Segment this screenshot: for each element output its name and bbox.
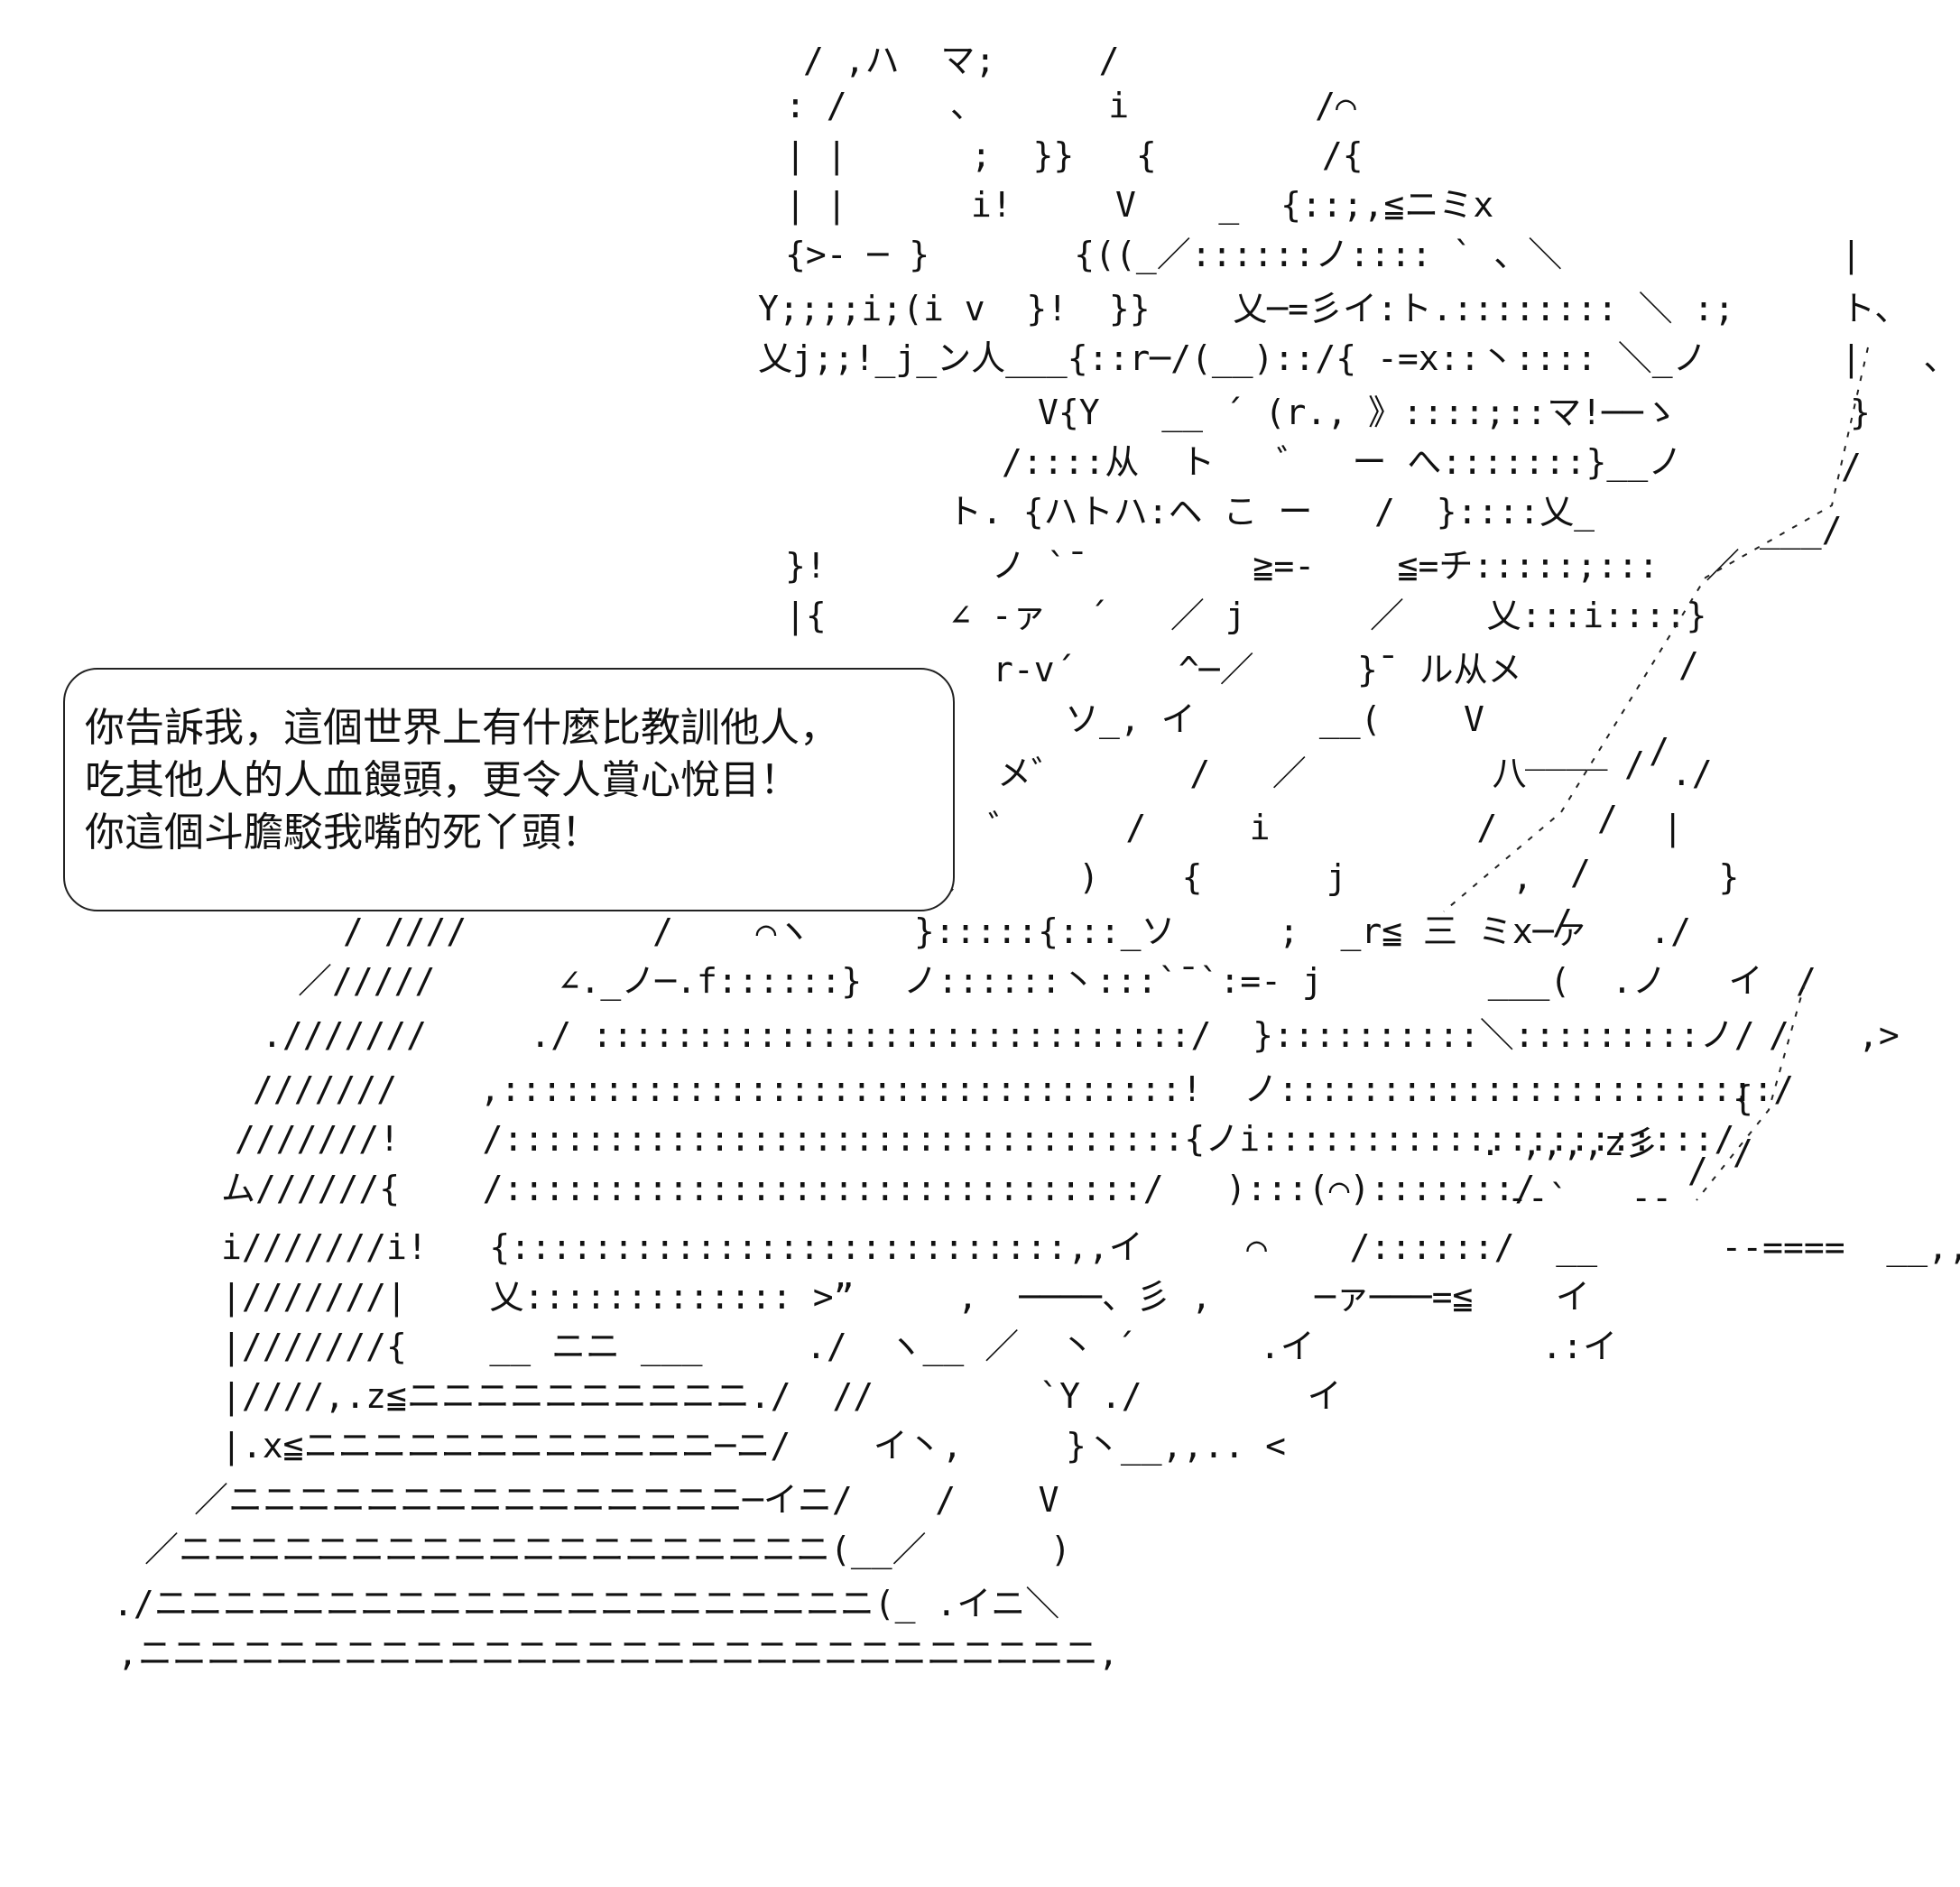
ascii-art-line: r-v´ ^─／ }¯ ル从メ [993,650,1522,689]
ascii-art-canvas: / ,ハ マ; / : / 、 i /⌒ | | ; }} { /{ | | i! V… [113,41,1960,1673]
ascii-art-line: / //// / ⌒ヽ }:::::{:::_ソ ; _r≦ 三 ミx─ァ ./ [343,911,1691,952]
ascii-art-line: / [1841,447,1862,486]
ascii-art-line: / [1687,1151,1708,1190]
ascii-art-line: --` -- [1507,1178,1672,1217]
ascii-art-line: / [1678,645,1699,685]
ascii-art-line: ／ニニニニニニニニニニニニニニニ─イニ/ / V [194,1480,1059,1520]
ascii-art-line: ソ_, イ __( V [1065,699,1484,740]
ascii-art-line: ./ニニニニニニニニニニニニニニニニニニニニニ(_ .イニ＼ [113,1584,1059,1624]
ascii-art-line: ／///// ∠._ノ─.f::::::} ノ::::::丶:::`¯`:=- … [298,961,1763,1002]
ascii-art-line: ト、 [1841,289,1909,328]
ascii-art-line: |///////{ __ ニニ ___ ./ ヽ__ ／ 丶 ´ .イ .:イ [221,1327,1617,1367]
speech-line-2: 吃其他人的人血饅頭，更令人賞心悅目！ [85,757,800,803]
ascii-art-line: |.x≦ニニニニニニニニニニニニ─ニ/ イ丶, }丶__,,.. < [221,1426,1286,1466]
ascii-art-line: 乂 ) { j , } [920,857,1739,897]
ascii-art-line: ト. {ハトハ:ヘ こ ー / }::::乂_ [948,492,1595,532]
ascii-art-line: /::::从 ト ゛ ー へ:::::::}__ノ [1002,442,1682,483]
ascii-art-line: / [1597,799,1618,838]
ascii-art-line: ___/ [1760,510,1843,550]
ascii-art-line: { [1733,1078,1753,1118]
ascii-art-line: } [1850,393,1871,432]
ascii-art-line: ／ [1706,546,1740,586]
ascii-art-line: ム//////{ /::::::::::::::::::::::::::::::… [221,1169,1535,1208]
ascii-art-line: }! ノ `¯ ≧=- ≦=チ:::::;::: [785,546,1659,586]
ascii-art-line: / [1624,745,1645,784]
ascii-art-line: / ,ハ マ; / [803,41,1120,80]
speech-line-1: 你告訴我，這個世界上有什麼比教訓他人， [85,705,839,751]
ascii-art-line: V{Y __ ´ (r., 》::::;::マ!──ゝ [1038,393,1678,433]
ascii-art-line: | | i! V _ {::;,≦ニミx [785,185,1493,226]
ascii-art-line: / [1769,1015,1789,1055]
ascii-art-line: / [1796,961,1817,1001]
ascii-art-line: | 、 [1841,338,1958,379]
ascii-art-line: /////// ,:::::::::::::::::::::::::::::::… [253,1069,1794,1109]
ascii-art-line: | | ; }} { /{ [785,135,1364,176]
ascii-art-line: i///////i! {:::::::::::::::::::::::::::,… [221,1227,1960,1268]
ascii-art-line: / [1733,1133,1753,1172]
ascii-art-line: |////,.z≦ニニニニニニニニニニ./ // `Y ./ イ [221,1376,1342,1417]
ascii-art-line: ,ニニニニニニニニニニニニニニニニニニニニニニニニニニニニ, [117,1633,1119,1673]
ascii-art-line: ____ / [1525,731,1669,772]
ascii-art-line: Y;;;;i;(i v }! }} 乂─=彡イ:ト.:::::::: ＼ :; [758,289,1734,328]
ascii-art-line: ／ニニニニニニニニニニニニニニニニニニニ(__／ ) [144,1530,1071,1570]
ascii-art-line: {>- ─ } {((_／::::::ノ:::: ` 、＼ [785,235,1562,275]
ascii-art-line: / [1552,902,1573,942]
ascii-art-line: . ,,,,z彡 [1480,1124,1659,1163]
ascii-art-line: / [1570,853,1591,893]
ascii-art-line: |{ ∠ -ァ ´ ／ j ／ 乂:::i::::} [785,596,1706,636]
speech-bubble-text: 你告訴我，這個世界上有什麼比教訓他人， 吃其他人的人血饅頭，更令人賞心悅目！ 你… [85,702,839,859]
ascii-art-line: ゛ / i / | [988,808,1683,848]
ascii-art-line: 乂j;;!_j_ン人___{::r─/(__)::/{ -=x::丶:::: ＼… [758,338,1707,379]
speech-line-3: 你這個斗膽駁我嘴的死丫頭！ [85,809,601,856]
ascii-art-line: | [1841,235,1862,275]
ascii-art-line: |///////| 乂::::::::::::: >” , ────、彡 , ─… [221,1277,1590,1318]
ascii-art-line: ./////// ./ ::::::::::::::::::::::::::::… [262,1015,1900,1055]
ascii-art-line: : / 、 i /⌒ [785,86,1356,125]
